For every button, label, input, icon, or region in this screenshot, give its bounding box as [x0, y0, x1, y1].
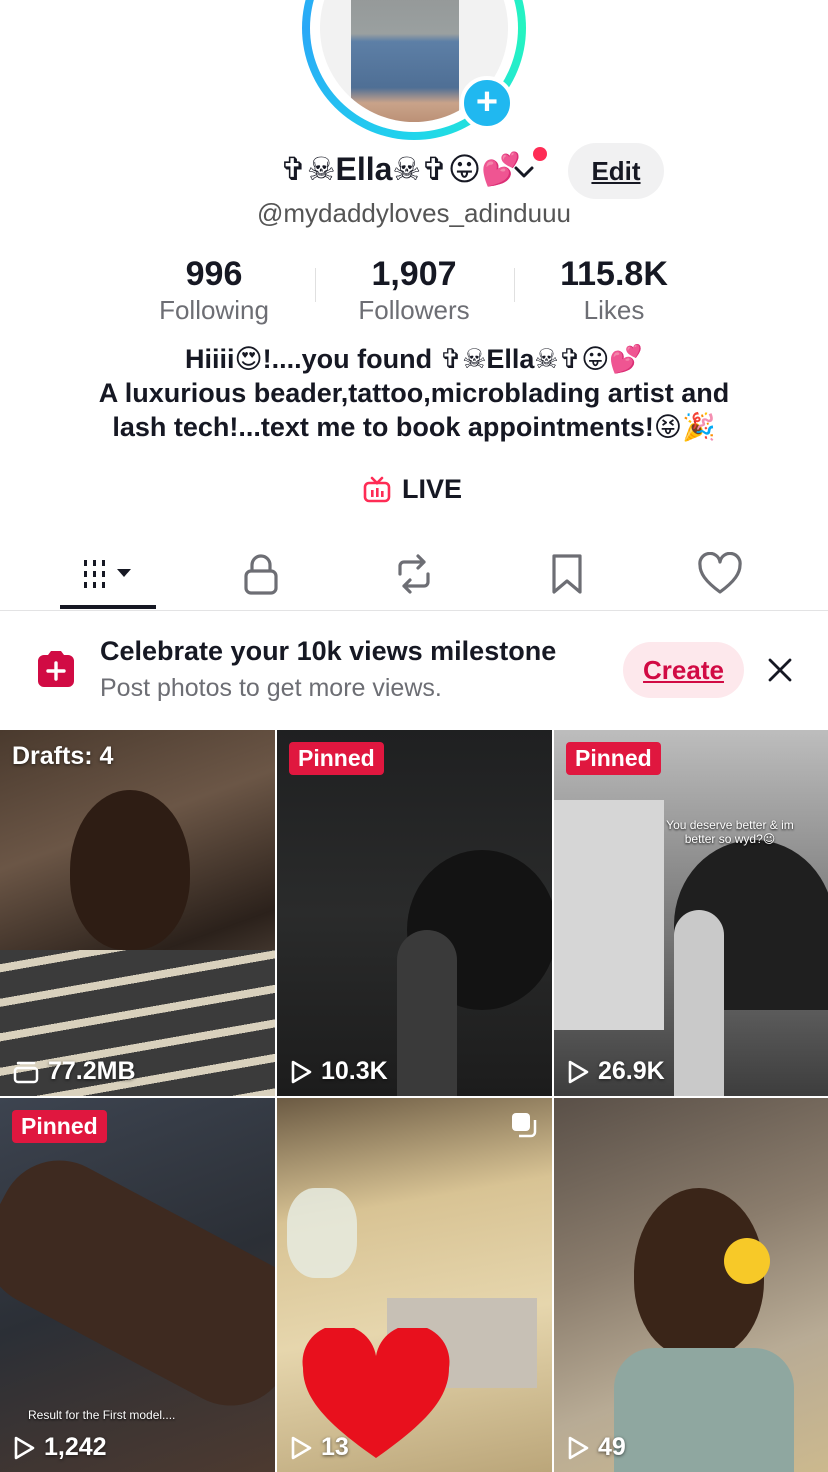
grid-icon — [84, 560, 131, 588]
stat-followers[interactable]: 1,907 Followers — [314, 254, 514, 326]
add-photo-icon — [38, 651, 74, 687]
play-icon — [14, 1436, 35, 1459]
play-icon — [291, 1436, 312, 1459]
tile-count: 10.3K — [289, 1057, 388, 1086]
video-tile-drafts[interactable]: Drafts: 4 77.2MB — [0, 730, 275, 1096]
video-tile[interactable]: 49 — [554, 1098, 828, 1472]
bio-line: A luxurious beader,tattoo,microblading a… — [98, 378, 730, 408]
stat-followers-label: Followers — [358, 295, 470, 325]
stat-following[interactable]: 996 Following — [114, 254, 314, 326]
add-story-button[interactable]: + — [460, 76, 514, 130]
tile-photo — [397, 930, 457, 1096]
tile-photo — [614, 1348, 794, 1472]
tab-private[interactable] — [201, 540, 321, 608]
video-tile[interactable]: Pinned You deserve better & im better so… — [554, 730, 828, 1096]
tile-count: 77.2MB — [12, 1057, 136, 1086]
bookmark-icon — [552, 554, 582, 594]
profile-bio: Hiiii😍!....you found ✞☠Ella☠✞😛💕 A luxuri… — [40, 342, 788, 444]
profile-tabs — [0, 540, 828, 611]
video-tile[interactable]: Pinned Result for the First model.... 1,… — [0, 1098, 275, 1472]
tab-active-indicator — [60, 605, 156, 609]
stat-likes[interactable]: 115.8K Likes — [514, 254, 714, 326]
stat-likes-value: 115.8K — [560, 255, 668, 293]
banner-title: Celebrate your 10k views milestone — [100, 636, 557, 666]
edit-profile-button[interactable]: Edit — [568, 143, 664, 199]
stat-following-value: 996 — [185, 255, 243, 293]
bio-line: Hiiii😍!....you found ✞☠Ella☠✞😛💕 — [184, 344, 644, 374]
pinned-badge: Pinned — [289, 742, 384, 775]
chevron-down-icon[interactable] — [512, 160, 536, 184]
tile-photo — [674, 910, 724, 1096]
video-tile-photo[interactable]: 13 — [277, 1098, 552, 1472]
live-tv-icon — [363, 476, 391, 502]
tile-photo — [287, 1188, 357, 1278]
tile-count: 13 — [289, 1433, 349, 1462]
starstruck-emoji-sticker — [724, 1238, 770, 1284]
banner-subtitle: Post photos to get more views. — [100, 674, 442, 702]
play-icon — [568, 1060, 589, 1083]
heart-icon — [698, 552, 742, 594]
live-label: LIVE — [402, 474, 463, 504]
create-button[interactable]: Create — [623, 642, 744, 698]
tile-overlay-text: You deserve better & im better so wyd?😉 — [666, 818, 794, 846]
tile-count: 49 — [566, 1433, 626, 1462]
drafts-label: Drafts: 4 — [12, 742, 114, 770]
tab-videos[interactable] — [48, 540, 168, 608]
photo-mode-icon — [512, 1113, 537, 1138]
close-icon[interactable] — [766, 656, 794, 684]
tile-photo — [70, 790, 190, 950]
lock-icon — [244, 554, 278, 595]
pinned-badge: Pinned — [12, 1110, 107, 1143]
tile-photo — [554, 800, 664, 1030]
tile-overlay-text: Result for the First model.... — [28, 1408, 176, 1422]
tile-photo — [0, 1139, 275, 1427]
play-icon — [568, 1436, 589, 1459]
tile-count-value: 77.2MB — [48, 1057, 136, 1085]
notification-dot — [533, 147, 547, 161]
tab-liked[interactable] — [660, 540, 780, 608]
tile-count: 26.9K — [566, 1057, 665, 1086]
pinned-badge: Pinned — [566, 742, 661, 775]
tile-count: 1,242 — [12, 1433, 107, 1462]
video-tile[interactable]: Pinned 10.3K — [277, 730, 552, 1096]
bio-line: lash tech!...text me to book appointment… — [112, 412, 716, 442]
play-icon — [291, 1060, 312, 1083]
profile-handle: @mydaddyloves_adinduuu — [256, 198, 572, 228]
drafts-icon — [13, 1061, 39, 1083]
avatar-photo — [351, 0, 459, 122]
stat-followers-value: 1,907 — [371, 255, 457, 293]
tile-count-value: 49 — [598, 1433, 626, 1461]
profile-name: ✞☠Ella☠✞😛💕 — [280, 151, 522, 187]
tile-count-value: 26.9K — [598, 1057, 665, 1085]
tile-count-value: 13 — [321, 1433, 349, 1461]
repost-icon — [398, 554, 430, 594]
stat-following-label: Following — [159, 295, 269, 325]
tile-count-value: 1,242 — [44, 1433, 107, 1461]
tile-count-value: 10.3K — [321, 1057, 388, 1085]
stat-likes-label: Likes — [583, 295, 645, 325]
tab-saved[interactable] — [507, 540, 627, 608]
live-button[interactable]: LIVE — [362, 474, 462, 505]
tab-reposts[interactable] — [354, 540, 474, 608]
